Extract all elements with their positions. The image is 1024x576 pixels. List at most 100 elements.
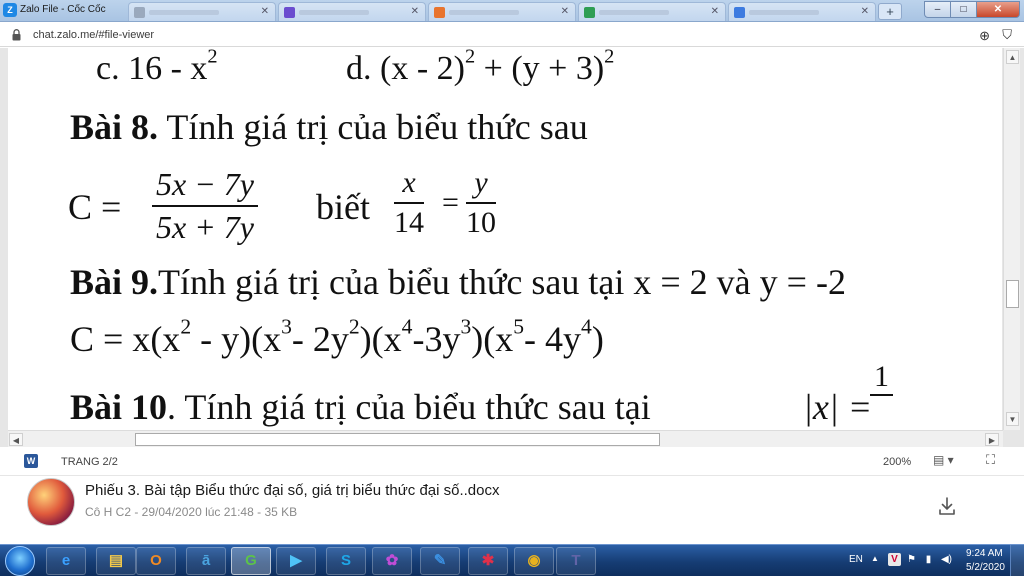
tray-v-icon[interactable]: V	[888, 553, 901, 566]
browser-tab[interactable]: ✕	[428, 2, 576, 21]
tab-favicon-icon	[734, 7, 745, 18]
taskbar: e ▤ Oā G ▶ S ✿ ✎ ✱ ◉ T EN ▲ V ⚑ ▮ ◀) 9:24 AM 5/2/2…	[0, 544, 1024, 576]
bai8-label: Bài 8.	[70, 107, 159, 147]
bai10-text: . Tính giá trị của biểu thức sau tại	[167, 387, 651, 427]
url-text[interactable]: chat.zalo.me/#file-viewer	[33, 29, 154, 41]
zoom-icon[interactable]: ⊕	[979, 28, 990, 44]
start-button[interactable]	[5, 546, 35, 576]
language-indicator[interactable]: EN	[849, 554, 863, 565]
address-bar[interactable]: chat.zalo.me/#file-viewer ⊕ ⛉	[0, 23, 1024, 47]
fraction-c: 5x − 7y 5x + 7y	[152, 166, 258, 246]
bai9-label: Bài 9.	[70, 262, 159, 302]
word-file-icon: W	[24, 454, 38, 468]
window-title: Zalo File - Cốc Cốc	[20, 4, 106, 15]
network-icon[interactable]: ▮	[922, 553, 935, 566]
tab-favicon-icon	[584, 7, 595, 18]
item-c: c. 16 - x2	[96, 48, 218, 87]
fraction-y-numerator: y	[466, 166, 496, 204]
bai10-label: Bài 10	[70, 387, 168, 427]
avatar	[27, 478, 75, 526]
taskbar-media-icon[interactable]: ▶	[276, 547, 316, 575]
exercise-line-c-d: c. 16 - x2 d. (x - 2)2 + (y + 3)2	[96, 48, 614, 88]
taskbar-flower-icon[interactable]: ✿	[372, 547, 412, 575]
tab-close-icon[interactable]: ✕	[261, 6, 269, 17]
browser-tab[interactable]: ✕	[728, 2, 876, 21]
taskbar-chrome-icon[interactable]: ◉	[514, 547, 554, 575]
tab-title-blurred	[299, 10, 369, 15]
tab-close-icon[interactable]: ✕	[411, 6, 419, 17]
browser-tab[interactable]: ✕	[128, 2, 276, 21]
equals-sign: =	[442, 186, 459, 219]
tab-title-blurred	[449, 10, 519, 15]
new-tab-button[interactable]: +	[878, 3, 902, 20]
title-bar: Z Zalo File - Cốc Cốc ✕ ✕ ✕ ✕ ✕ + – □ ✕	[0, 0, 1024, 22]
taskbar-skype-icon[interactable]: S	[326, 547, 366, 575]
tray-flag-icon[interactable]: ⚑	[905, 553, 918, 566]
browser-tab[interactable]: ✕	[278, 2, 426, 21]
abs-fraction-numerator: 1	[870, 360, 893, 396]
document-page: c. 16 - x2 d. (x - 2)2 + (y + 3)2 Bài 8.…	[8, 48, 1002, 430]
biet-word: biết	[316, 187, 370, 227]
zoom-level[interactable]: 200%	[883, 456, 911, 468]
show-desktop-button[interactable]	[1010, 545, 1024, 576]
shield-icon[interactable]: ⛉	[1002, 27, 1012, 43]
clock-date[interactable]: 5/2/2020	[966, 562, 1005, 573]
tray-expand-icon[interactable]: ▲	[871, 554, 879, 563]
page-indicator: TRANG 2/2	[61, 456, 118, 468]
document-viewer: c. 16 - x2 d. (x - 2)2 + (y + 3)2 Bài 8.…	[0, 48, 1024, 447]
taskbar-coccoc-icon[interactable]: G	[231, 547, 271, 575]
taskbar-outlook-icon[interactable]: O	[136, 547, 176, 575]
taskbar-huawei-icon[interactable]: ✱	[468, 547, 508, 575]
fraction-x: x 14	[394, 166, 424, 240]
download-icon[interactable]	[937, 496, 957, 516]
bai9-heading: Bài 9.Tính giá trị của biểu thức sau tại…	[70, 261, 846, 303]
tab-favicon-icon	[284, 7, 295, 18]
tab-title-blurred	[599, 10, 669, 15]
taskbar-notes-icon[interactable]: ā	[186, 547, 226, 575]
scroll-down-icon[interactable]: ▼	[1006, 412, 1019, 426]
fraction-c-numerator: 5x − 7y	[152, 166, 258, 207]
maximize-button[interactable]: □	[950, 1, 977, 18]
lock-icon	[12, 29, 21, 41]
scroll-left-icon[interactable]: ◀	[9, 433, 23, 446]
taskbar-pen-icon[interactable]: ✎	[420, 547, 460, 575]
bai10-heading: Bài 10. Tính giá trị của biểu thức sau t…	[70, 360, 893, 428]
page-layout-icon[interactable]: ▤ ▾	[933, 453, 954, 467]
horizontal-scroll-thumb[interactable]	[135, 433, 660, 446]
tab-title-blurred	[149, 10, 219, 15]
bai9-expression: C = x(x2 - y)(x3- 2y2)(x4-3y3)(x5- 4y4)	[70, 314, 604, 359]
scroll-up-icon[interactable]: ▲	[1006, 50, 1019, 64]
tab-favicon-icon	[434, 7, 445, 18]
vertical-scrollbar[interactable]: ▲ ▼	[1003, 48, 1020, 430]
scroll-right-icon[interactable]: ▶	[985, 433, 999, 446]
file-name: Phiếu 3. Bài tập Biểu thức đại số, giá t…	[85, 482, 500, 499]
zalo-app-icon: Z	[3, 3, 17, 17]
fraction-y: y 10	[466, 166, 496, 240]
tab-close-icon[interactable]: ✕	[561, 6, 569, 17]
clock-time[interactable]: 9:24 AM	[966, 548, 1003, 559]
tab-favicon-icon	[134, 7, 145, 18]
c-equals: C =	[68, 187, 122, 227]
taskbar-teams-icon[interactable]: T	[556, 547, 596, 575]
tab-close-icon[interactable]: ✕	[861, 6, 869, 17]
fraction-c-denominator: 5x + 7y	[156, 209, 254, 245]
fraction-y-denominator: 10	[466, 206, 496, 239]
fit-screen-icon[interactable]: ⛶	[986, 452, 995, 468]
bai8-text: Tính giá trị của biểu thức sau	[158, 107, 588, 147]
browser-tab[interactable]: ✕	[578, 2, 726, 21]
vertical-scroll-thumb[interactable]	[1006, 280, 1019, 308]
taskbar-explorer-icon[interactable]: ▤	[96, 547, 136, 575]
fraction-x-denominator: 14	[394, 206, 424, 239]
tab-close-icon[interactable]: ✕	[711, 6, 719, 17]
tab-strip: ✕ ✕ ✕ ✕ ✕ +	[128, 2, 902, 22]
item-d: d. (x - 2)2 + (y + 3)2	[346, 48, 615, 87]
bai8-heading: Bài 8. Tính giá trị của biểu thức sau	[70, 106, 588, 148]
minimize-button[interactable]: –	[924, 1, 951, 18]
tab-title-blurred	[749, 10, 819, 15]
file-meta: Cô H C2 - 29/04/2020 lúc 21:48 - 35 KB	[85, 505, 298, 519]
abs-x-expression: |x| =	[803, 387, 873, 427]
horizontal-scrollbar[interactable]: ◀ ▶	[8, 430, 1003, 447]
volume-icon[interactable]: ◀)	[940, 553, 953, 566]
taskbar-ie-icon[interactable]: e	[46, 547, 86, 575]
close-button[interactable]: ✕	[976, 1, 1020, 18]
